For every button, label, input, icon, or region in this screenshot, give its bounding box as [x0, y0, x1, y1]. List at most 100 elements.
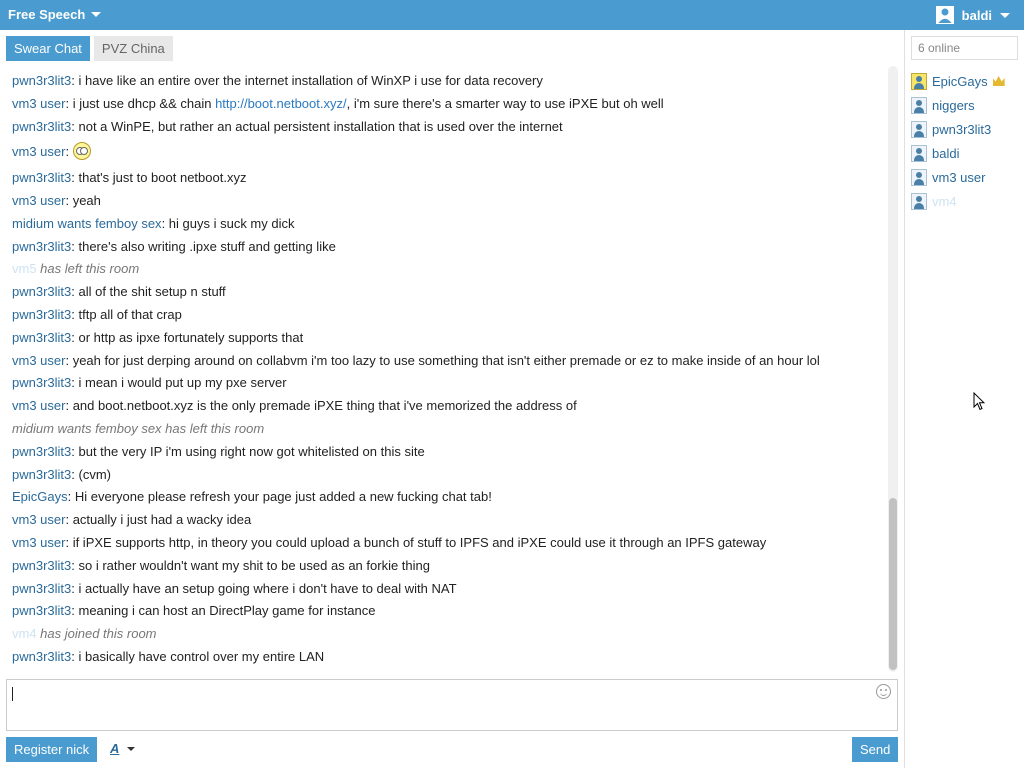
message-text: : i mean i would put up my pxe server [71, 375, 287, 390]
message-scrollbar[interactable] [888, 66, 898, 672]
message: vm3 user: i just use dhcp && chain http:… [12, 96, 664, 111]
message-text: : (cvm) [71, 467, 111, 482]
message: vm3 user: yeah for just derping around o… [12, 353, 820, 368]
message-text: : not a WinPE, but rather an actual pers… [71, 119, 563, 134]
message-nick[interactable]: pwn3r3lit3 [12, 73, 71, 88]
message-text: : [65, 144, 73, 159]
username: baldi [961, 7, 992, 23]
message-text: : that's just to boot netboot.xyz [71, 170, 247, 185]
sidebar-divider [904, 30, 905, 768]
message: pwn3r3lit3: i basically have control ove… [12, 649, 324, 664]
message-nick[interactable]: vm3 user [12, 353, 65, 368]
room-name: Free Speech [8, 7, 86, 22]
message: pwn3r3lit3: (cvm) [12, 467, 111, 482]
tab-swear-chat[interactable]: Swear Chat [6, 36, 90, 61]
user-avatar-icon [911, 144, 927, 162]
message: EpicGays: Hi everyone please refresh you… [12, 489, 492, 504]
message: pwn3r3lit3: meaning i can host an Direct… [12, 603, 375, 618]
message-nick[interactable]: pwn3r3lit3 [12, 239, 71, 254]
message: pwn3r3lit3: i mean i would put up my pxe… [12, 375, 287, 390]
message: pwn3r3lit3: all of the shit setup n stuf… [12, 284, 226, 299]
message-nick[interactable]: pwn3r3lit3 [12, 467, 71, 482]
message-nick[interactable]: pwn3r3lit3 [12, 170, 71, 185]
message-nick[interactable]: vm3 user [12, 512, 65, 527]
message: vm3 user: if iPXE supports http, in theo… [12, 535, 766, 550]
chevron-down-icon [127, 746, 136, 751]
room-menu[interactable]: Free Speech [8, 7, 102, 22]
user-icon [935, 6, 954, 24]
user-avatar-icon [911, 120, 927, 138]
user-list-item[interactable]: pwn3r3lit3 [911, 120, 991, 138]
message-nick[interactable]: vm3 user [12, 144, 65, 159]
message-nick[interactable]: pwn3r3lit3 [12, 119, 71, 134]
user-name: niggers [932, 97, 975, 113]
message-nick[interactable]: pwn3r3lit3 [12, 649, 71, 664]
message-nick[interactable]: vm3 user [12, 96, 65, 111]
message-nick[interactable]: vm5 [12, 261, 37, 276]
message-nick[interactable]: vm3 user [12, 535, 65, 550]
message-text: : i basically have control over my entir… [71, 649, 325, 664]
message: pwn3r3lit3: there's also writing .ipxe s… [12, 239, 336, 254]
user-name: baldi [932, 145, 960, 161]
user-list-item[interactable]: vm3 user [911, 168, 985, 186]
message-nick[interactable]: vm4 [12, 626, 37, 641]
message-nick[interactable]: pwn3r3lit3 [12, 284, 71, 299]
user-list-item[interactable]: EpicGays [911, 72, 1005, 90]
crown-icon [992, 76, 1005, 86]
message-nick[interactable]: vm3 user [12, 398, 65, 413]
user-menu[interactable]: baldi [935, 6, 1010, 24]
message-text: midium wants femboy sex has left this ro… [12, 421, 265, 436]
message-text: has joined this room [36, 626, 157, 641]
message-nick[interactable]: pwn3r3lit3 [12, 581, 71, 596]
message: vm3 user: actually i just had a wacky id… [12, 512, 251, 527]
message-text: : meaning i can host an DirectPlay game … [71, 603, 376, 618]
user-list-item[interactable]: niggers [911, 96, 975, 114]
message-nick[interactable]: midium wants femboy sex [12, 216, 162, 231]
message-nick[interactable]: pwn3r3lit3 [12, 558, 71, 573]
register-nick-button[interactable]: Register nick [6, 737, 98, 762]
user-avatar-icon [911, 96, 927, 114]
message: midium wants femboy sex: hi guys i suck … [12, 216, 295, 231]
tab-pvz-china[interactable]: PVZ China [93, 36, 173, 61]
message-text: : or http as ipxe fortunately supports t… [71, 330, 304, 345]
user-list-item[interactable]: baldi [911, 144, 959, 162]
message-text: : so i rather wouldn't want my shit to b… [71, 558, 430, 573]
chevron-down-icon [1000, 12, 1010, 18]
message-nick[interactable]: pwn3r3lit3 [12, 603, 71, 618]
smiley-icon[interactable] [876, 684, 891, 699]
top-bar: Free Speech baldi [0, 0, 1024, 30]
message-nick[interactable]: pwn3r3lit3 [12, 444, 71, 459]
text-format-menu[interactable]: A [110, 741, 136, 756]
message-log: pwn3r3lit3: i have like an entire over t… [0, 66, 886, 672]
message-text: : hi guys i suck my dick [161, 216, 295, 231]
message-input[interactable] [6, 679, 898, 731]
message: pwn3r3lit3: i have like an entire over t… [12, 73, 543, 88]
message: pwn3r3lit3: but the very IP i'm using ri… [12, 444, 425, 459]
system-message: midium wants femboy sex has left this ro… [12, 421, 264, 436]
message-nick[interactable]: pwn3r3lit3 [12, 375, 71, 390]
scrollbar-thumb[interactable] [889, 498, 897, 670]
message-nick[interactable]: pwn3r3lit3 [12, 330, 71, 345]
message: pwn3r3lit3: i actually have an setup goi… [12, 581, 457, 596]
message-text: : tftp all of that crap [71, 307, 182, 322]
message-text: : and boot.netboot.xyz is the only prema… [65, 398, 577, 413]
user-name: vm4 [932, 193, 957, 209]
message-nick[interactable]: vm3 user [12, 193, 65, 208]
user-list-item[interactable]: vm4 [911, 192, 957, 210]
text-caret [12, 687, 13, 701]
message-text: : if iPXE supports http, in theory you c… [65, 535, 767, 550]
font-format-icon: A [110, 741, 120, 756]
message-nick[interactable]: EpicGays [12, 489, 68, 504]
message-link[interactable]: http://boot.netboot.xyz/ [215, 96, 347, 111]
message-text: : i have like an entire over the interne… [71, 73, 543, 88]
dizzy-face-emoji-icon [72, 142, 91, 160]
message-text: : but the very IP i'm using right now go… [71, 444, 425, 459]
message-text: : all of the shit setup n stuff [71, 284, 226, 299]
message-nick[interactable]: pwn3r3lit3 [12, 307, 71, 322]
user-name: EpicGays [932, 73, 988, 89]
message: pwn3r3lit3: not a WinPE, but rather an a… [12, 119, 563, 134]
user-avatar-icon [911, 72, 927, 90]
send-button[interactable]: Send [852, 737, 899, 762]
system-message: vm4 has joined this room [12, 626, 157, 641]
system-message: vm5 has left this room [12, 261, 139, 276]
